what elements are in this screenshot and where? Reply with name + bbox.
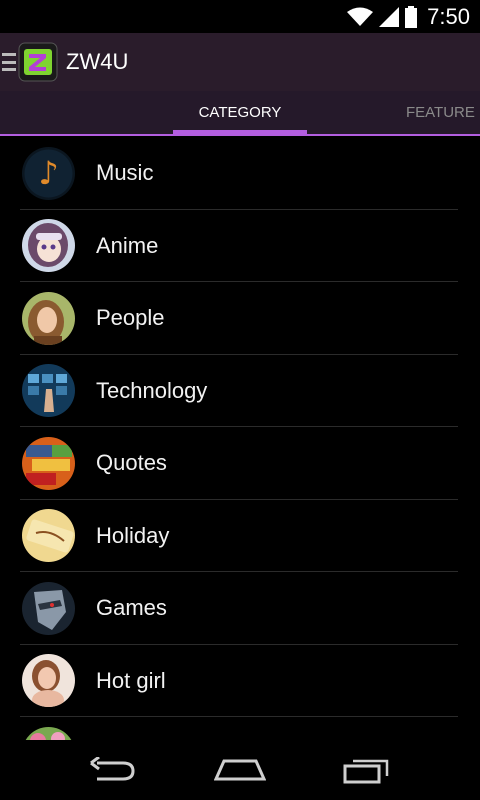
- tab-category[interactable]: CATEGORY: [173, 91, 307, 136]
- list-item-label: Quotes: [96, 450, 167, 476]
- menu-icon[interactable]: [2, 53, 16, 71]
- tab-indicator: [173, 130, 307, 136]
- battery-icon: [405, 5, 418, 28]
- list-item-label: Hot girl: [96, 667, 166, 693]
- flowers-icon: [22, 726, 75, 740]
- tab-category-label: CATEGORY: [198, 104, 282, 121]
- list-item-games[interactable]: Games: [0, 572, 480, 645]
- portrait-girl-icon: [22, 654, 75, 708]
- action-bar: ZW4U: [0, 33, 480, 91]
- list-item-partial[interactable]: [0, 717, 480, 740]
- list-item-holiday[interactable]: Holiday: [0, 500, 480, 572]
- list-item-music[interactable]: ♪ Music: [0, 137, 480, 210]
- back-icon[interactable]: [83, 750, 143, 790]
- list-item-technology[interactable]: Technology: [0, 355, 480, 427]
- category-list[interactable]: ♪ Music Anime People Technology Quotes H…: [0, 137, 480, 740]
- list-item-hot-girl[interactable]: Hot girl: [0, 645, 480, 717]
- love-notes-icon: [22, 436, 75, 490]
- list-item-label: People: [96, 305, 165, 331]
- tab-feature[interactable]: FEATURE: [400, 91, 480, 134]
- app-title: ZW4U: [66, 49, 129, 74]
- status-time: 7:50: [427, 3, 470, 29]
- list-item-label: Technology: [96, 377, 208, 403]
- home-icon[interactable]: [210, 750, 270, 790]
- list-item-label: Music: [96, 160, 154, 186]
- list-item-quotes[interactable]: Quotes: [0, 427, 480, 500]
- treble-clef-icon: ♪: [22, 146, 75, 200]
- portrait-icon: [22, 291, 75, 345]
- app-logo[interactable]: [16, 42, 58, 82]
- holiday-sign-icon: [22, 509, 75, 563]
- signal-icon: [379, 6, 400, 27]
- recent-apps-icon[interactable]: [337, 750, 397, 790]
- tab-bar: CATEGORY FEATURE: [0, 91, 480, 136]
- touch-screen-icon: [22, 364, 75, 418]
- wifi-icon: [347, 7, 374, 27]
- list-item-label: Games: [96, 595, 167, 621]
- list-item-anime[interactable]: Anime: [0, 210, 480, 282]
- anime-girl-icon: [22, 219, 75, 273]
- navigation-bar: [0, 740, 480, 800]
- list-item-people[interactable]: People: [0, 282, 480, 355]
- list-item-label: Holiday: [96, 522, 170, 548]
- game-character-icon: [22, 581, 75, 635]
- svg-text:♪: ♪: [38, 154, 58, 192]
- list-item-label: Anime: [96, 232, 159, 258]
- tab-feature-label: FEATURE: [406, 104, 475, 121]
- status-bar: 7:50: [0, 0, 480, 33]
